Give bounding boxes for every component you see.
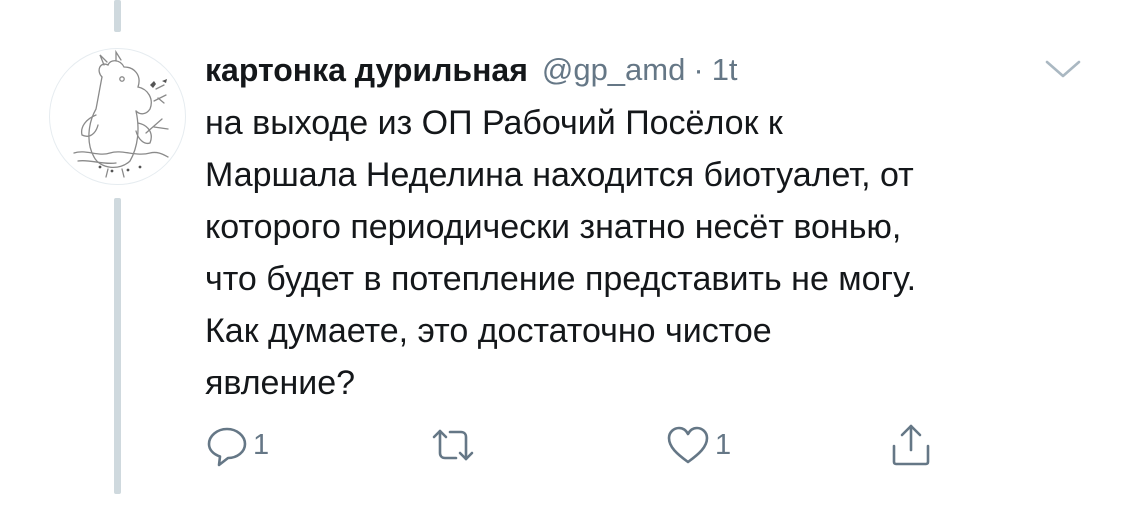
retweet-button[interactable] — [428, 420, 482, 470]
like-count: 1 — [715, 428, 732, 461]
heart-icon — [667, 426, 709, 464]
thread-line-top — [114, 0, 121, 32]
tweet-text: на выходе из ОП Рабочий Посёлок к Маршал… — [205, 97, 1085, 409]
moomin-avatar-icon — [73, 49, 169, 178]
tweet-text-line: которого периодически знатно несёт вонью… — [205, 208, 902, 246]
author-display-name[interactable]: картонка дурильная — [205, 52, 528, 89]
author-handle[interactable]: @gp_amd — [542, 52, 686, 88]
reply-count: 1 — [253, 428, 270, 461]
tweet-text-line: что будет в потепление представить не мо… — [205, 260, 917, 298]
avatar[interactable] — [49, 48, 186, 185]
reply-icon — [207, 427, 247, 467]
tweet-text-line: явление? — [205, 364, 356, 402]
share-button[interactable] — [888, 420, 938, 470]
share-icon — [892, 424, 930, 466]
retweet-icon — [432, 429, 474, 461]
tweet-header: картонка дурильная @gp_amd · 1t — [205, 48, 738, 92]
tweet-text-line: на выходе из ОП Рабочий Посёлок к — [205, 104, 783, 142]
tweet-actions: 1 1 — [200, 420, 1080, 470]
reply-button[interactable]: 1 — [205, 420, 269, 470]
tweet-timestamp[interactable]: 1t — [712, 52, 738, 88]
meta-separator: · — [693, 52, 704, 87]
like-button[interactable]: 1 — [665, 420, 731, 470]
thread-line-bottom — [114, 198, 121, 494]
tweet-text-line: Как думаете, это достаточно чистое — [205, 312, 772, 350]
tweet-menu-button[interactable] — [1043, 56, 1083, 82]
chevron-down-icon — [1045, 60, 1081, 78]
tweet-text-line: Маршала Неделина находится биотуалет, от — [205, 156, 914, 194]
